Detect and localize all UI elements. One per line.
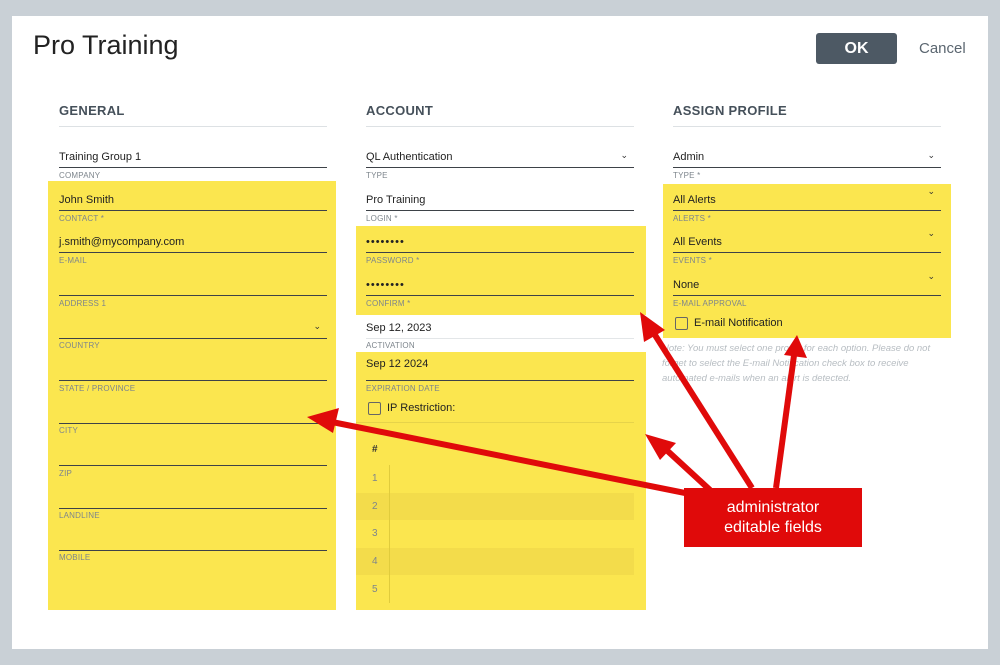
ip-table-row[interactable]: 2: [356, 493, 634, 520]
expiration-date-field[interactable]: Sep 12 2024: [366, 358, 634, 381]
ip-table-row[interactable]: 3: [356, 520, 634, 547]
alerts-select[interactable]: All Alerts ⌄: [673, 186, 941, 211]
account-divider: [366, 126, 634, 127]
ip-row-number: 2: [372, 501, 378, 512]
callout-line-2: editable fields: [724, 518, 822, 536]
login-field[interactable]: Pro Training: [366, 188, 634, 211]
ip-table-row[interactable]: 4: [356, 548, 634, 575]
ip-restriction-label: IP Restriction:: [387, 402, 456, 414]
ip-table-column-divider: [389, 465, 390, 603]
address-label: ADDRESS 1: [59, 299, 107, 308]
general-divider: [59, 126, 327, 127]
callout-line-1: administrator: [726, 498, 820, 516]
ip-restriction-checkbox[interactable]: [368, 402, 381, 415]
email-notification-label: E-mail Notification: [694, 317, 783, 329]
auth-type-select[interactable]: QL Authentication ⌄: [366, 145, 634, 168]
expiration-date-label: EXPIRATION DATE: [366, 384, 440, 393]
annotation-callout: administrator editable fields: [684, 488, 862, 547]
assign-profile-heading: ASSIGN PROFILE: [673, 103, 787, 118]
email-approval-label: E-MAIL APPROVAL: [673, 299, 747, 308]
events-value: All Events: [673, 236, 722, 248]
password-value: ••••••••: [366, 236, 405, 248]
login-label: LOGIN *: [366, 214, 398, 223]
profile-note: Note: You must select one profile for ea…: [662, 343, 931, 384]
zip-field[interactable]: [59, 443, 327, 466]
city-label: CITY: [59, 426, 79, 435]
expiration-date-value: Sep 12 2024: [366, 358, 429, 370]
profile-type-select[interactable]: Admin ⌄: [673, 145, 941, 168]
events-select[interactable]: All Events ⌄: [673, 228, 941, 253]
general-heading: GENERAL: [59, 103, 125, 118]
landline-field[interactable]: [59, 486, 327, 509]
auth-type-label: TYPE: [366, 171, 388, 180]
ip-table-header: #: [372, 444, 378, 455]
landline-label: LANDLINE: [59, 511, 100, 520]
ip-row-number: 1: [372, 473, 378, 484]
ip-row-number: 3: [372, 528, 378, 539]
activation-date-label: ACTIVATION: [366, 341, 415, 350]
ip-row-number: 5: [372, 584, 378, 595]
assign-profile-divider: [673, 126, 941, 127]
country-label: COUNTRY: [59, 341, 100, 350]
chevron-down-icon: ⌄: [927, 186, 935, 196]
chevron-down-icon: ⌄: [313, 321, 321, 331]
confirm-password-label: CONFIRM *: [366, 299, 411, 308]
cancel-button[interactable]: Cancel: [913, 33, 972, 64]
ok-button[interactable]: OK: [816, 33, 897, 64]
activation-date-field[interactable]: Sep 12, 2023: [366, 316, 634, 339]
activation-date-value: Sep 12, 2023: [366, 322, 432, 334]
email-notification-checkbox[interactable]: [675, 317, 688, 330]
auth-type-value: QL Authentication: [366, 151, 453, 163]
company-value: Training Group 1: [59, 151, 142, 163]
contact-label: CONTACT *: [59, 214, 105, 223]
mobile-field[interactable]: [59, 528, 327, 551]
company-label: COMPANY: [59, 171, 101, 180]
events-label: EVENTS *: [673, 256, 712, 265]
ip-table-row[interactable]: 5: [356, 576, 634, 603]
profile-type-label: TYPE *: [673, 171, 701, 180]
email-approval-select[interactable]: None ⌄: [673, 271, 941, 296]
ip-row-number: 4: [372, 556, 378, 567]
password-field[interactable]: ••••••••: [366, 230, 634, 253]
password-label: PASSWORD *: [366, 256, 420, 265]
country-select[interactable]: ⌄: [59, 316, 327, 339]
ip-table-top-rule: [356, 422, 634, 423]
state-field[interactable]: [59, 358, 327, 381]
state-label: STATE / PROVINCE: [59, 384, 136, 393]
email-approval-value: None: [673, 279, 700, 291]
chevron-down-icon: ⌄: [927, 271, 935, 281]
contact-value: John Smith: [59, 194, 115, 206]
email-value: j.smith@mycompany.com: [59, 236, 185, 248]
chevron-down-icon: ⌄: [927, 228, 935, 238]
chevron-down-icon: ⌄: [927, 150, 935, 160]
zip-label: ZIP: [59, 469, 73, 478]
mobile-label: MOBILE: [59, 553, 91, 562]
account-heading: ACCOUNT: [366, 103, 434, 118]
address-field[interactable]: [59, 273, 327, 296]
alerts-label: ALERTS *: [673, 214, 711, 223]
dialog-title: Pro Training: [33, 30, 179, 60]
confirm-password-field[interactable]: ••••••••: [366, 273, 634, 296]
alerts-value: All Alerts: [673, 194, 716, 206]
city-field[interactable]: [59, 401, 327, 424]
contact-field[interactable]: John Smith: [59, 188, 327, 211]
login-value: Pro Training: [366, 194, 426, 206]
company-field[interactable]: Training Group 1: [59, 145, 327, 168]
chevron-down-icon: ⌄: [620, 150, 628, 160]
profile-type-value: Admin: [673, 151, 705, 163]
email-label: E-MAIL: [59, 256, 87, 265]
confirm-password-value: ••••••••: [366, 279, 405, 291]
email-field[interactable]: j.smith@mycompany.com: [59, 230, 327, 253]
ip-table-row[interactable]: 1: [356, 465, 634, 492]
